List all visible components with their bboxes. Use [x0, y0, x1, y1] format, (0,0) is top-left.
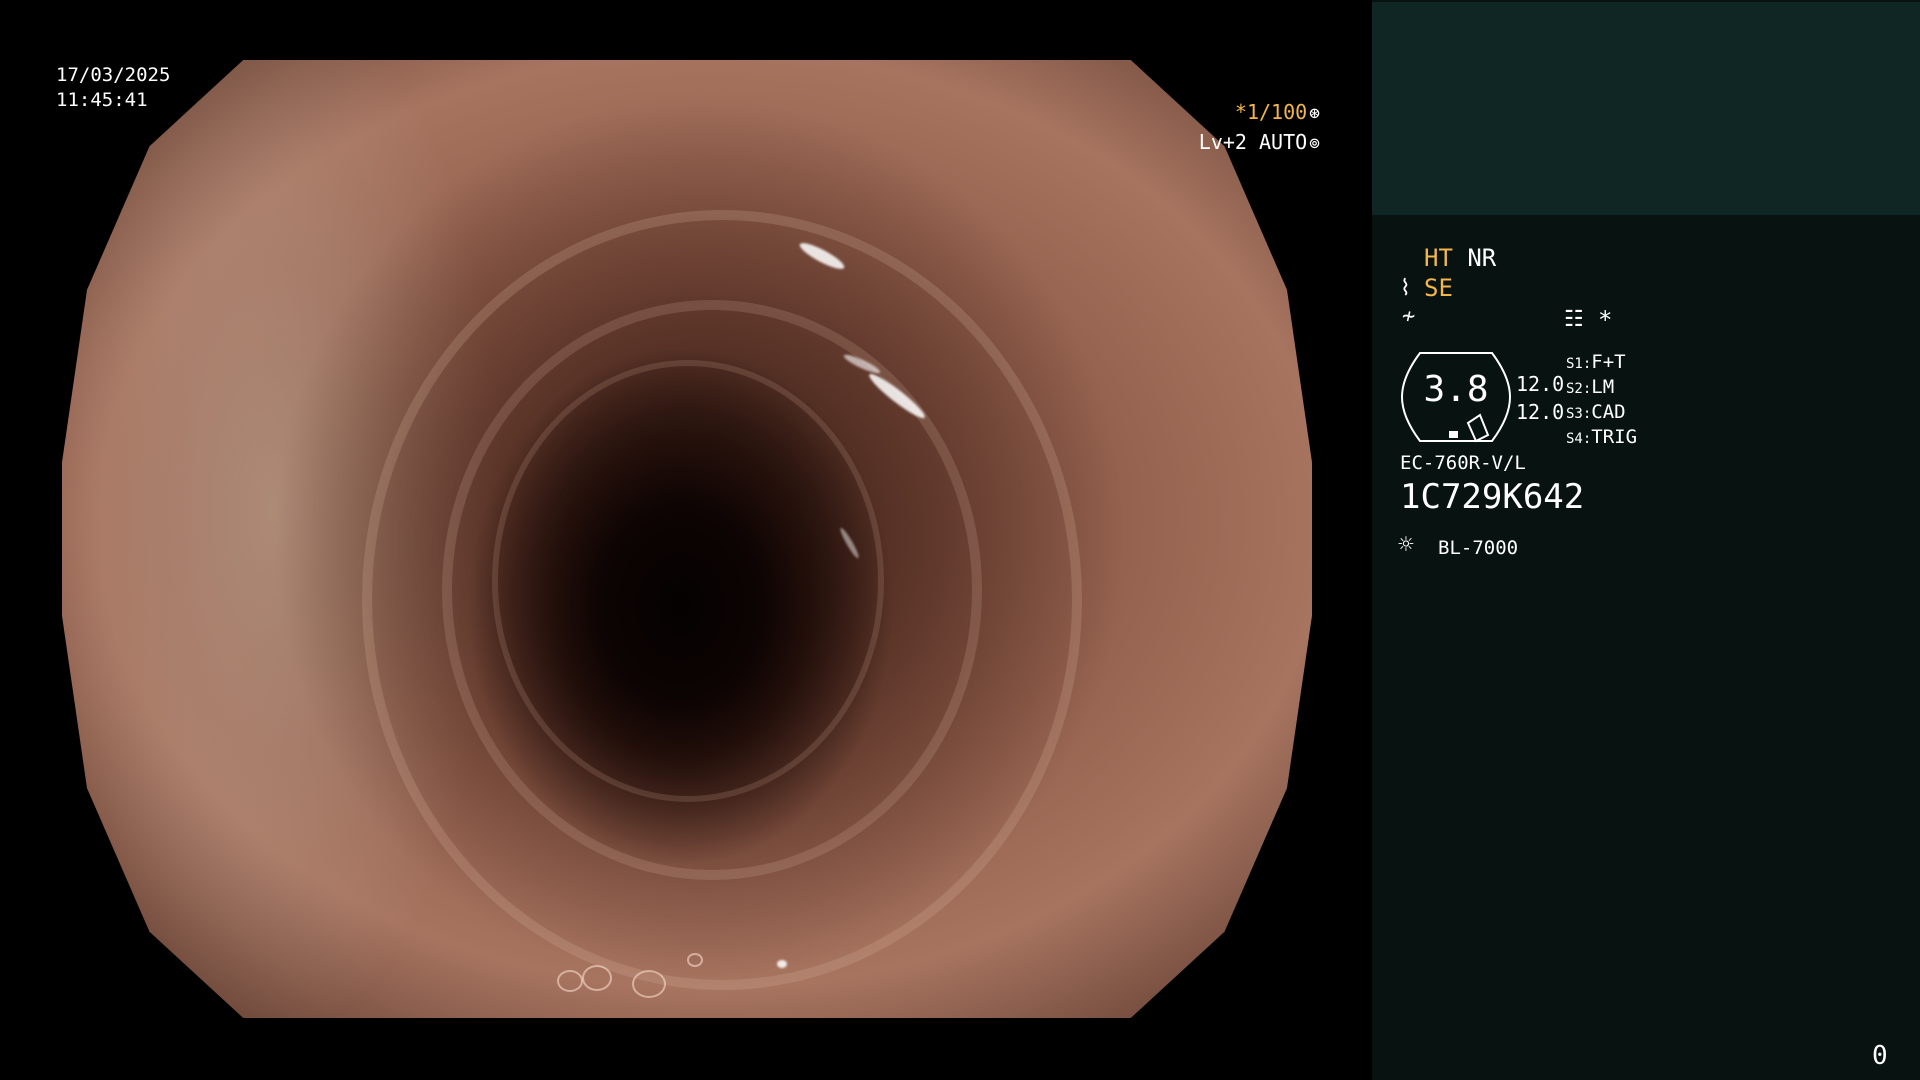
date-text: 17/03/2025	[56, 64, 171, 86]
switch-s4: S4:TRIG	[1566, 426, 1638, 448]
iris-icon: ⊚	[1309, 133, 1320, 154]
gauge-display: 3.8	[1400, 351, 1512, 443]
endoscope-viewport: 17/03/2025 11:45:41 *1/100 ⊛ Lv+2 AUTO ⊚	[0, 0, 1372, 1080]
serial-number: 1C729K642	[1400, 477, 1585, 517]
mucosal-fold	[492, 360, 884, 802]
bubble	[557, 970, 583, 992]
switch-s2: S2:LM	[1566, 376, 1615, 398]
switch-s1: S1:F+T	[1566, 351, 1626, 373]
switch-key: S2	[1566, 381, 1583, 397]
aperture-icon: ⊛	[1309, 103, 1320, 124]
datetime-display: 17/03/2025 11:45:41	[56, 63, 170, 113]
filter-icon: ≁	[1402, 304, 1416, 329]
SE-mode-icon: ⌇	[1400, 276, 1411, 301]
time-text: 11:45:41	[56, 89, 148, 111]
switch-s3: S3:CAD	[1566, 401, 1626, 423]
bubble	[632, 970, 666, 998]
endoscopic-image	[62, 60, 1312, 1018]
report-icon: ☷	[1564, 307, 1584, 332]
switch-key: S1	[1566, 356, 1583, 372]
light-reflection	[777, 960, 787, 968]
switch-value: CAD	[1591, 401, 1626, 423]
mode-line-1: HT NR	[1424, 243, 1496, 273]
value-upper: 12.0	[1516, 372, 1565, 396]
light-level-text: Lv+2 AUTO	[1198, 130, 1308, 154]
gauge-value: 3.8	[1423, 369, 1489, 410]
sun-icon: ☼	[1398, 530, 1414, 560]
switch-value: TRIG	[1591, 426, 1638, 448]
star-indicator: *	[1598, 306, 1613, 334]
exposure-info: *1/100 ⊛ Lv+2 AUTO ⊚	[1160, 98, 1320, 158]
bubble	[582, 965, 612, 991]
switch-key: S3	[1566, 406, 1583, 422]
bubble	[687, 953, 703, 967]
switch-value: F+T	[1591, 351, 1626, 373]
switch-value: LM	[1591, 376, 1615, 398]
value-lower: 12.0	[1516, 400, 1565, 424]
scope-model: EC-760R-V/L	[1400, 452, 1526, 474]
switch-key: S4	[1566, 431, 1583, 447]
shutter-text: *1/100	[1234, 100, 1308, 124]
se-mode: SE	[1424, 274, 1453, 302]
ht-mode: HT	[1424, 244, 1453, 272]
thumbnail-area	[1372, 2, 1920, 215]
image-counter: 0	[1872, 1041, 1888, 1071]
nr-mode: NR	[1467, 244, 1497, 272]
light-source: BL-7000	[1438, 537, 1519, 559]
info-panel: HT NR ⌇ SE ≁ ☷ * 3.8 12.0 12.0 S1:F+T S2…	[1372, 0, 1920, 1080]
